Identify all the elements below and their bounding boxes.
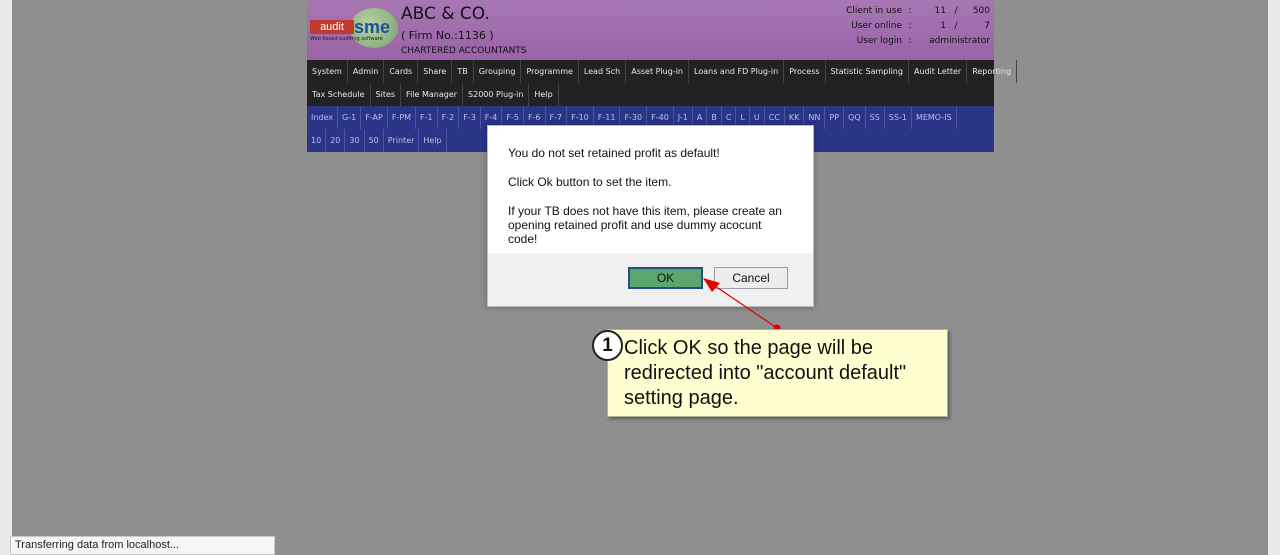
menu-item-file-manager[interactable]: File Manager — [401, 83, 464, 106]
schedule-item-qq[interactable]: QQ — [844, 106, 866, 129]
menu-item-process[interactable]: Process — [784, 60, 826, 83]
main-menu: System Admin Cards Share TB Grouping Programme… — [307, 60, 1018, 106]
step-number-badge: 1 — [592, 330, 623, 361]
stat-client-in-use: Client in use : 11 / 500 — [812, 3, 990, 18]
schedule-item-ss[interactable]: SS — [866, 106, 885, 129]
firm-subtitle: CHARTERED ACCOUNTANTS — [401, 46, 527, 56]
schedule-item-20[interactable]: 20 — [326, 129, 346, 152]
stat-label: Client in use — [846, 5, 902, 16]
dialog-message-1: You do not set retained profit as defaul… — [508, 146, 720, 160]
main-menu-row-1: System Admin Cards Share TB Grouping Programme… — [307, 60, 1018, 83]
dialog-message-3: If your TB does not have this item, plea… — [508, 204, 782, 246]
schedule-item-g-1[interactable]: G-1 — [338, 106, 362, 129]
stat-value: administrator — [929, 35, 990, 46]
menu-item-lead-sch[interactable]: Lead Sch — [579, 60, 627, 83]
stat-value: 1 — [940, 20, 946, 31]
menu-item-grouping[interactable]: Grouping — [474, 60, 522, 83]
schedule-item-help[interactable]: Help — [419, 129, 447, 152]
stat-colon: : — [908, 5, 912, 16]
logo-audit-text: audit — [310, 20, 354, 34]
dialog-body: You do not set retained profit as defaul… — [488, 126, 813, 254]
menu-item-sites[interactable]: Sites — [371, 83, 402, 106]
menu-item-asset-plug-in[interactable]: Asset Plug-in — [626, 60, 690, 83]
menu-item-statistic-sampling[interactable]: Statistic Sampling — [826, 60, 909, 83]
audit-sme-logo[interactable]: sme audit Web based auditing software — [310, 8, 398, 48]
logo-tagline: Web based auditing software — [310, 36, 383, 42]
cancel-button[interactable]: Cancel — [714, 267, 788, 289]
stat-colon: : — [908, 20, 912, 31]
schedule-item-index[interactable]: Index — [307, 106, 339, 129]
schedule-item-f-pm[interactable]: F-PM — [388, 106, 417, 129]
menu-item-admin[interactable]: Admin — [348, 60, 385, 83]
usage-stats: Client in use : 11 / 500 User online : 1… — [812, 3, 990, 48]
stat-total: 500 — [972, 5, 990, 16]
menu-item-help[interactable]: Help — [529, 83, 559, 106]
right-rail — [1268, 0, 1280, 555]
callout-text: Click OK so the page will be redirected … — [624, 337, 907, 409]
menu-item-loans-and-fd-plug-in[interactable]: Loans and FD Plug-in — [689, 60, 785, 83]
schedule-item-30[interactable]: 30 — [345, 129, 365, 152]
stat-user-online: User online : 1 / 7 — [812, 18, 990, 33]
schedule-item-memo-is[interactable]: MEMO-IS — [912, 106, 957, 129]
menu-item-cards[interactable]: Cards — [384, 60, 419, 83]
stat-label: User online — [851, 20, 902, 31]
schedule-item-f-2[interactable]: F-2 — [438, 106, 460, 129]
app-header: sme audit Web based auditing software AB… — [307, 0, 994, 60]
retained-profit-dialog: You do not set retained profit as defaul… — [487, 125, 814, 307]
stat-colon: : — [908, 35, 912, 46]
browser-status-bar: Transferring data from localhost... — [10, 536, 275, 555]
instruction-callout: Click OK so the page will be redirected … — [607, 329, 948, 417]
dialog-message-2: Click Ok button to set the item. — [508, 175, 672, 189]
schedule-item-10[interactable]: 10 — [307, 129, 327, 152]
menu-item-audit-letter[interactable]: Audit Letter — [909, 60, 968, 83]
stat-label: User login — [856, 35, 902, 46]
menu-item-reporting[interactable]: Reporting — [967, 60, 1018, 83]
schedule-item-pp[interactable]: PP — [825, 106, 845, 129]
dialog-footer: OK Cancel — [488, 253, 813, 306]
schedule-item-f-ap[interactable]: F-AP — [361, 106, 388, 129]
menu-item-tb[interactable]: TB — [452, 60, 474, 83]
menu-item-programme[interactable]: Programme — [521, 60, 579, 83]
schedule-item-50[interactable]: 50 — [365, 129, 384, 152]
menu-item-share[interactable]: Share — [418, 60, 453, 83]
logo-sme-text: sme — [354, 17, 391, 37]
stat-separator: / — [954, 20, 958, 31]
main-menu-row-2: Tax Schedule Sites File Manager S2000 Plug-… — [307, 83, 994, 106]
firm-number: ( Firm No.:1136 ) — [401, 29, 494, 42]
schedule-item-f-1[interactable]: F-1 — [416, 106, 438, 129]
menu-item-system[interactable]: System — [307, 60, 348, 83]
stat-user-login: User login : administrator — [812, 33, 990, 48]
left-rail — [0, 0, 12, 555]
stat-separator: / — [954, 5, 958, 16]
schedule-item-ss-1[interactable]: SS-1 — [885, 106, 912, 129]
stat-value: 11 — [934, 5, 946, 16]
menu-item-s2000-plug-in[interactable]: S2000 Plug-in — [463, 83, 530, 106]
schedule-item-printer[interactable]: Printer — [384, 129, 420, 152]
stat-total: 7 — [984, 20, 990, 31]
firm-name: ABC & CO. — [401, 4, 490, 24]
schedule-item-f-3[interactable]: F-3 — [459, 106, 481, 129]
ok-button[interactable]: OK — [628, 267, 703, 289]
logo-sme-circle: sme — [350, 8, 398, 48]
menu-item-tax-schedule[interactable]: Tax Schedule — [307, 83, 371, 106]
